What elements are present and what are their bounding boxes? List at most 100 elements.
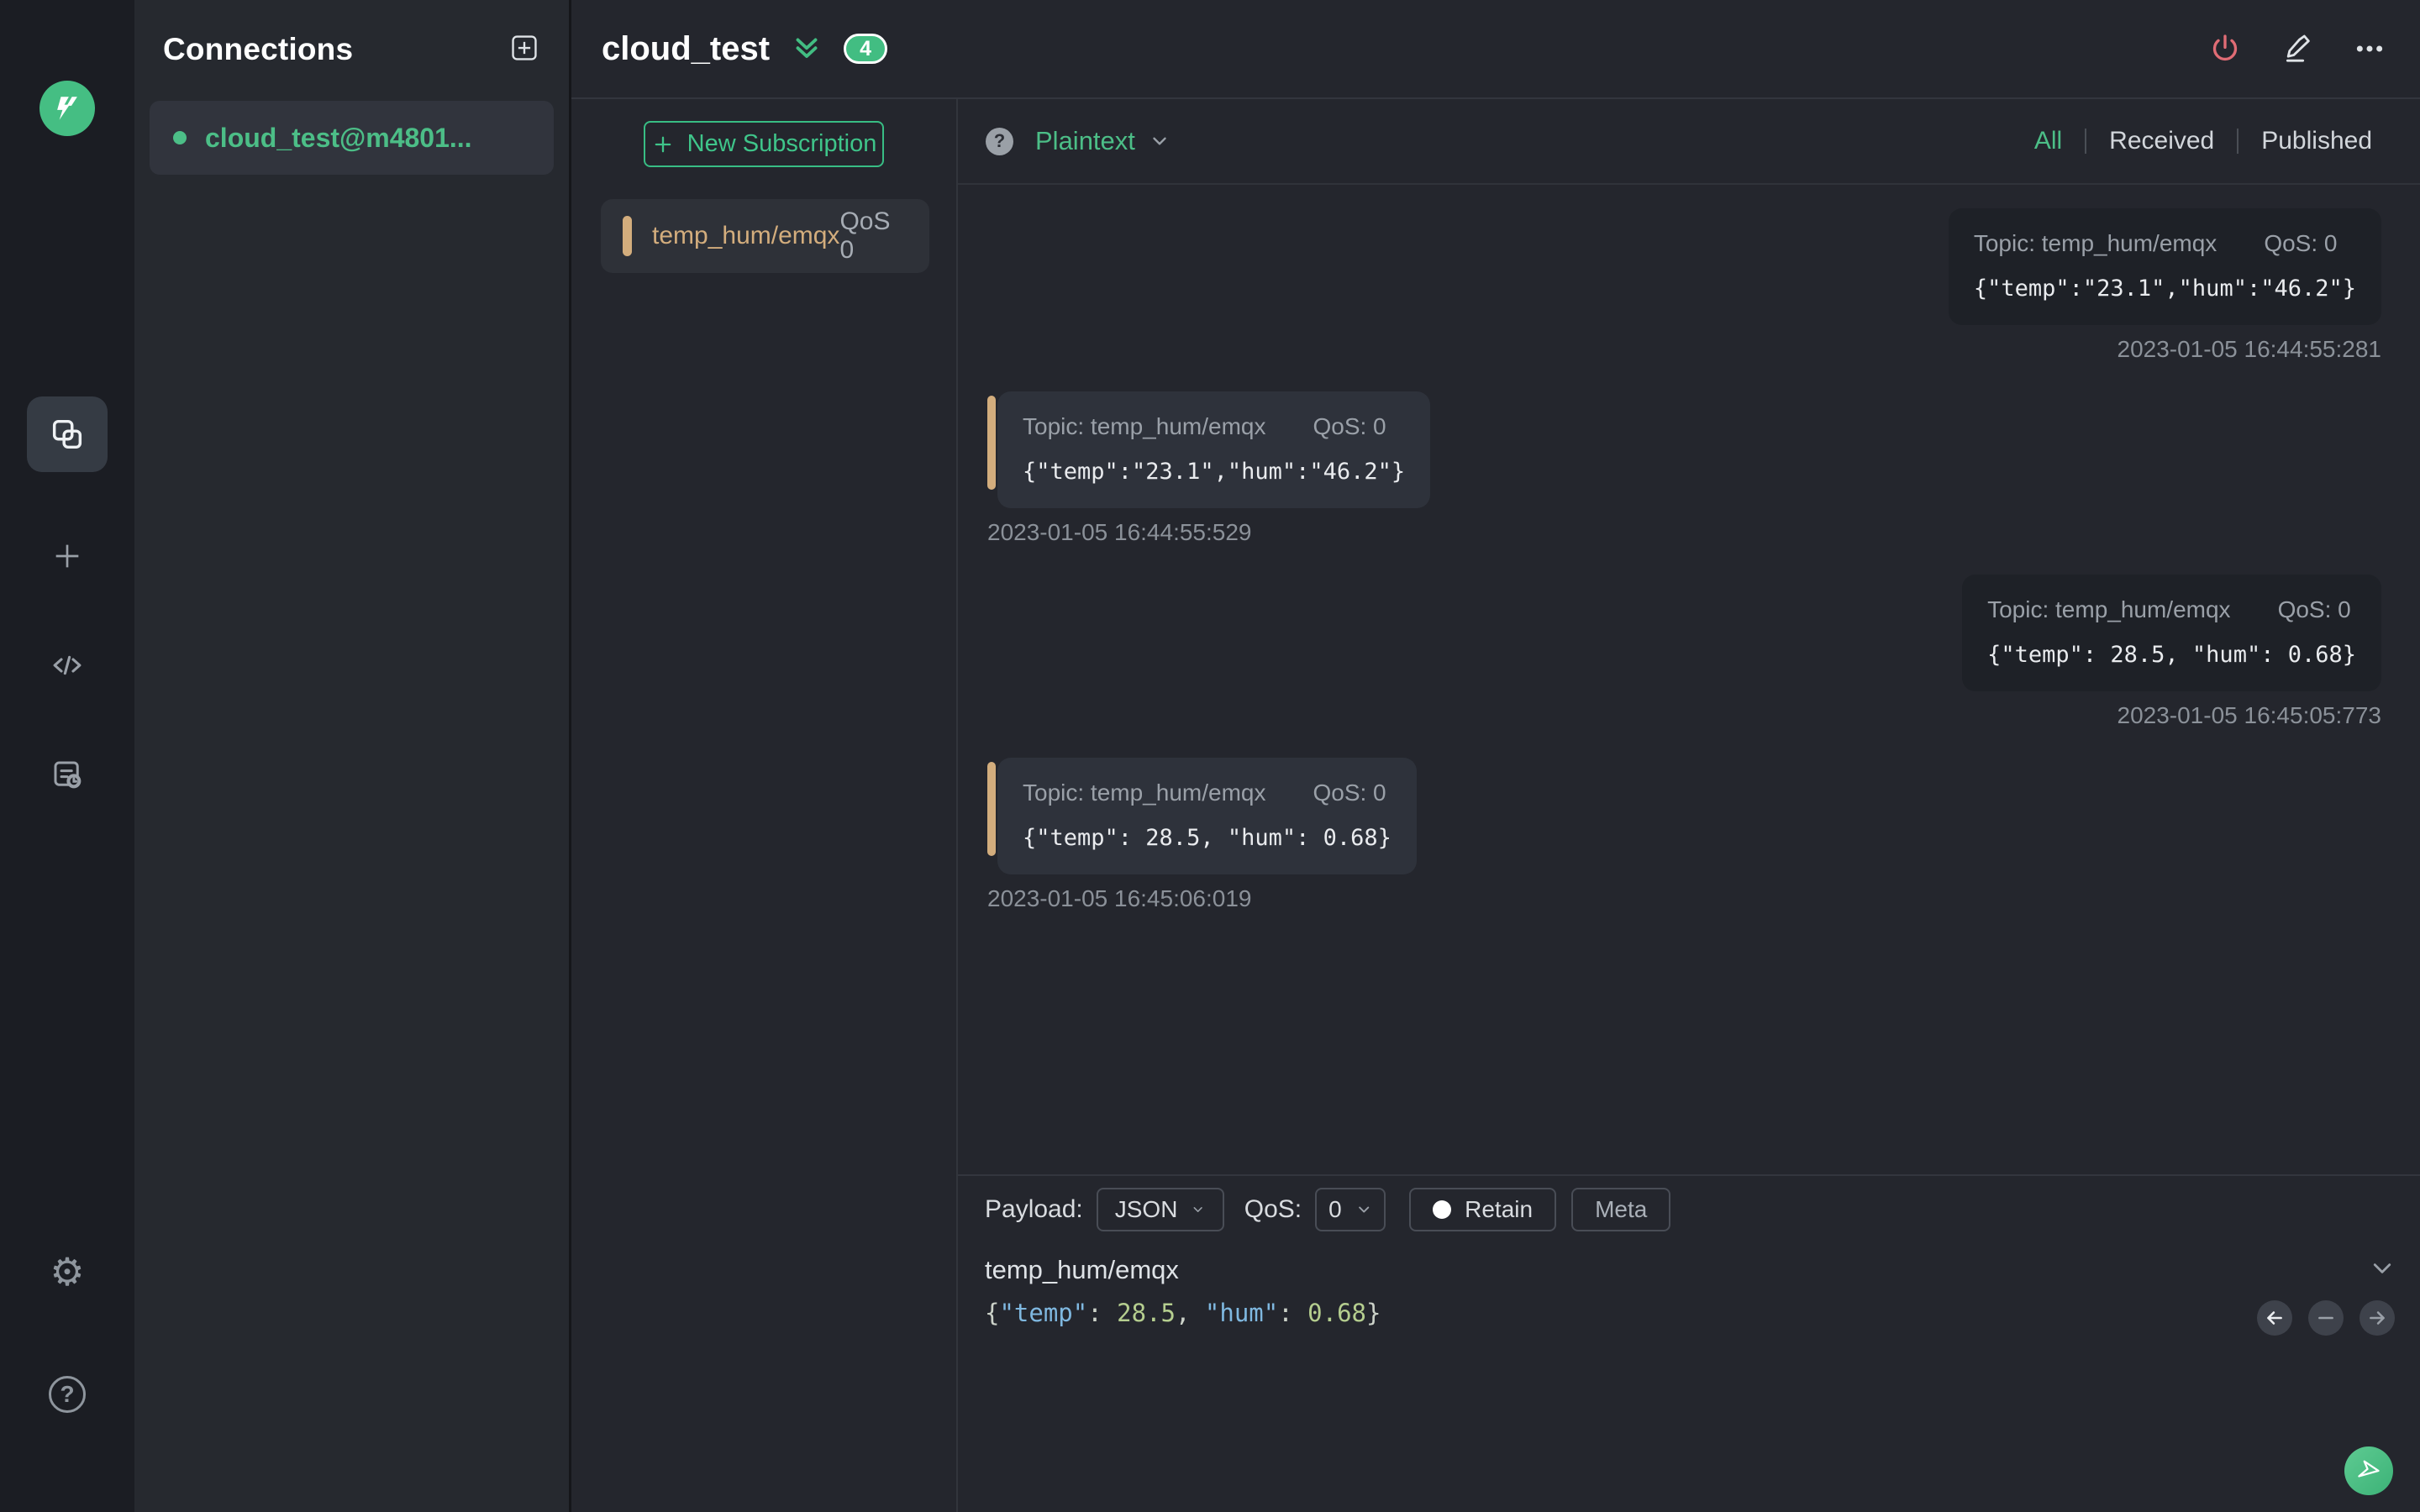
publish-options-row: Payload: JSON QoS: 0 Retain Meta <box>985 1188 2395 1231</box>
retain-dot-icon <box>1433 1200 1452 1219</box>
arrow-right-icon <box>2370 1311 2385 1325</box>
message-topic: Topic: temp_hum/emqx <box>1023 780 1266 806</box>
message-filter-tabs: All Received Published <box>2012 127 2395 155</box>
message-qos: QoS: 0 <box>2264 230 2338 256</box>
publish-payload-editor[interactable]: {"temp": 28.5, "hum": 0.68} <box>985 1299 2395 1327</box>
double-chevron-down-icon <box>796 38 818 58</box>
message-topic: Topic: temp_hum/emqx <box>1023 413 1266 439</box>
chevron-down-icon <box>1358 1206 1369 1213</box>
message-qos: QoS: 0 <box>2277 596 2351 622</box>
collapse-publish-button[interactable] <box>2370 1256 2395 1285</box>
message-format-select[interactable]: Plaintext <box>1035 126 1171 156</box>
message-bubble: Topic: temp_hum/emqx QoS: 0 {"temp": 28.… <box>987 758 1417 874</box>
overlapping-squares-icon <box>52 419 82 449</box>
plus-square-icon <box>512 34 537 60</box>
mqttx-logo-icon <box>39 81 95 136</box>
meta-label: Meta <box>1595 1196 1648 1222</box>
chevron-down-icon <box>1153 137 1166 145</box>
qos-label: QoS: <box>1244 1195 1302 1223</box>
payload-token: "hum" <box>1204 1299 1279 1327</box>
payload-token: 28.5 <box>1117 1299 1176 1327</box>
connection-title-group: cloud_test 4 <box>602 30 888 68</box>
message-published: Topic: temp_hum/emqx QoS: 0 {"temp":"23.… <box>987 208 2381 363</box>
lightning-x-glyph <box>57 97 77 120</box>
help-icon: ? <box>49 1376 86 1413</box>
payload-format-help-icon[interactable]: ? <box>986 127 1013 155</box>
message-topic: Topic: temp_hum/emqx <box>1973 230 2217 256</box>
code-icon <box>53 655 82 675</box>
ellipsis-icon <box>2356 45 2383 52</box>
message-qos: QoS: 0 <box>1313 780 1386 806</box>
meta-button[interactable]: Meta <box>1571 1188 1671 1231</box>
new-subscription-button[interactable]: New Subscription <box>644 121 884 167</box>
sidebar-item-connections[interactable] <box>27 396 108 472</box>
filter-tab-all[interactable]: All <box>2012 127 2085 155</box>
add-connection-button[interactable] <box>508 32 540 68</box>
payload-token: , <box>1176 1299 1205 1327</box>
disconnect-button[interactable] <box>2208 32 2242 66</box>
message-published: Topic: temp_hum/emqx QoS: 0 {"temp": 28.… <box>987 575 2381 729</box>
more-options-button[interactable] <box>2353 32 2386 66</box>
payload-token: } <box>1366 1299 1381 1327</box>
retain-label: Retain <box>1465 1196 1534 1222</box>
payload-token: : <box>1087 1299 1118 1327</box>
message-payload: {"temp":"23.1","hum":"46.2"} <box>1973 276 2356 302</box>
new-subscription-label: New Subscription <box>687 130 877 157</box>
subscription-qos: QoS 0 <box>839 207 891 264</box>
publish-topic-row: temp_hum/emqx <box>985 1255 2395 1285</box>
message-timestamp: 2023-01-05 16:45:05:773 <box>2117 702 2382 728</box>
plus-icon <box>655 136 671 152</box>
chevron-down-icon <box>1193 1207 1203 1212</box>
payload-format-label: Payload: <box>985 1195 1083 1223</box>
connection-status-dot <box>173 131 187 144</box>
publish-topic-input[interactable]: temp_hum/emqx <box>985 1255 1179 1285</box>
subscriptions-column: New Subscription temp_hum/emqx QoS 0 <box>571 99 958 1512</box>
message-bubble: Topic: temp_hum/emqx QoS: 0 {"temp":"23.… <box>1948 208 2381 325</box>
connections-title: Connections <box>163 32 354 66</box>
history-prev-button[interactable] <box>2257 1300 2292 1336</box>
paper-plane-icon <box>2358 1460 2380 1478</box>
log-file-icon <box>54 761 82 789</box>
subscription-item[interactable]: temp_hum/emqx QoS 0 <box>601 199 929 273</box>
connections-panel: Connections cloud_test@m4801... <box>134 0 571 1512</box>
qos-select[interactable]: 0 <box>1315 1188 1386 1231</box>
message-received: Topic: temp_hum/emqx QoS: 0 {"temp": 28.… <box>987 758 2381 912</box>
sidebar-item-log[interactable] <box>42 749 92 800</box>
minus-icon <box>2318 1316 2333 1320</box>
message-payload: {"temp":"23.1","hum":"46.2"} <box>1023 459 1406 485</box>
sidebar-nav <box>27 396 108 800</box>
filter-tab-published[interactable]: Published <box>2238 127 2395 155</box>
messages-toolbar: ? Plaintext All Received Published <box>958 99 2420 185</box>
message-timestamp: 2023-01-05 16:44:55:281 <box>2117 336 2382 362</box>
retain-toggle[interactable]: Retain <box>1409 1188 1557 1231</box>
messages-column: ? Plaintext All Received Published Topic… <box>958 99 2420 1512</box>
main-area: cloud_test 4 New Subscription temp_hum/e… <box>571 0 2420 1512</box>
settings-button[interactable]: ⚙ <box>42 1247 92 1297</box>
filter-tab-received[interactable]: Received <box>2086 127 2237 155</box>
arrow-left-icon <box>2267 1311 2282 1325</box>
payload-format-value: JSON <box>1114 1196 1178 1222</box>
message-received: Topic: temp_hum/emqx QoS: 0 {"temp":"23.… <box>986 391 2381 546</box>
connections-header: Connections <box>134 0 569 99</box>
subscription-color-bar <box>623 216 632 256</box>
app-sidebar: ⚙ ? <box>0 0 134 1512</box>
payload-token: "temp" <box>999 1299 1088 1327</box>
help-button[interactable]: ? <box>42 1369 92 1420</box>
qos-value: 0 <box>1328 1196 1342 1222</box>
plus-icon <box>55 544 79 568</box>
payload-format-select[interactable]: JSON <box>1096 1188 1224 1231</box>
history-next-button[interactable] <box>2360 1300 2395 1336</box>
sidebar-item-script[interactable] <box>42 640 92 690</box>
chevron-down-icon <box>2373 1263 2391 1273</box>
publish-panel: Payload: JSON QoS: 0 Retain Meta temp_hu… <box>958 1174 2420 1512</box>
message-qos: QoS: 0 <box>1313 413 1386 439</box>
connection-list-item[interactable]: cloud_test@m4801... <box>150 101 554 175</box>
history-clear-button[interactable] <box>2308 1300 2344 1336</box>
sidebar-item-new-connection[interactable] <box>42 531 92 581</box>
subscription-count-badge: 4 <box>844 34 888 64</box>
send-button[interactable] <box>2344 1446 2393 1495</box>
sidebar-bottom-nav: ⚙ ? <box>42 1247 92 1420</box>
collapse-panel-button[interactable] <box>792 34 822 64</box>
message-payload: {"temp": 28.5, "hum": 0.68} <box>1023 825 1392 851</box>
edit-connection-button[interactable] <box>2281 32 2314 66</box>
